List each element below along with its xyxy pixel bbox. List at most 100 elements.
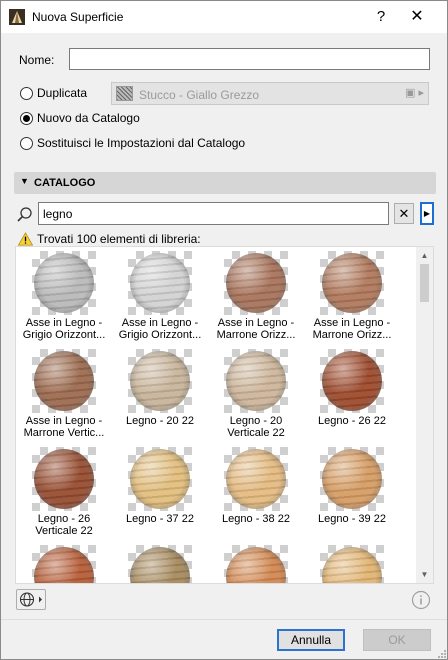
catalog-item[interactable]: Legno - 26 Verticale 22 (16, 443, 112, 540)
clear-search-button[interactable]: ✕ (394, 203, 414, 224)
catalog-search-input[interactable] (38, 202, 389, 225)
material-thumbnail (224, 349, 288, 413)
material-thumbnail (224, 447, 288, 511)
material-sphere-preview (322, 449, 382, 509)
material-sphere-preview (322, 351, 382, 411)
catalog-item-label-line1: Legno - 38 22 (222, 513, 290, 525)
material-thumbnail (320, 251, 384, 315)
catalog-item[interactable]: Asse in Legno - Grigio Orizzont... (112, 247, 208, 344)
catalog-item-label: Asse in Legno - Grigio Orizzont... (16, 317, 112, 341)
material-thumbnail (32, 349, 96, 413)
material-thumbnail (224, 251, 288, 315)
material-sphere-preview (226, 351, 286, 411)
info-icon[interactable] (411, 590, 431, 610)
vertical-scrollbar[interactable]: ▲ ▼ (416, 247, 433, 583)
material-thumbnail (320, 545, 384, 583)
material-thumbnail (128, 545, 192, 583)
catalog-item-label-line1: Asse in Legno - (313, 317, 391, 329)
resize-grip-icon[interactable] (435, 647, 447, 659)
scroll-down-arrow-icon[interactable]: ▼ (416, 566, 433, 583)
window-title: Nuova Superficie (32, 10, 124, 24)
catalog-item-label: Legno - 26 Verticale 22 (16, 513, 112, 537)
catalog-section-title: CATALOGO (34, 177, 96, 189)
catalog-item-label-line1: Legno - 26 (37, 513, 91, 525)
radio-replace-settings-label: Sostituisci le Impostazioni dal Catalogo (37, 136, 246, 150)
material-thumbnail (32, 545, 96, 583)
catalog-item-label-line1: Asse in Legno - (217, 317, 295, 329)
radio-duplicate-label: Duplicata (37, 86, 88, 100)
material-thumbnail (320, 349, 384, 413)
catalog-item[interactable]: Asse in Legno - Grigio Orizzont... (16, 247, 112, 344)
collapse-triangle-icon[interactable]: ▼ (20, 176, 29, 186)
catalog-item-label: Asse in Legno - Marrone Orizz... (208, 317, 304, 341)
radio-duplicate-button[interactable] (20, 86, 33, 100)
scroll-up-arrow-icon[interactable]: ▲ (416, 247, 433, 264)
catalog-item[interactable]: Legno - 37 22 (112, 443, 208, 540)
duplicate-source-select: Stucco - Giallo Grezzo ▣ ▸ (111, 82, 429, 105)
material-thumbnail (320, 447, 384, 511)
duplicate-source-value: Stucco - Giallo Grezzo (139, 88, 260, 102)
catalog-item[interactable] (208, 541, 304, 583)
catalog-item-label-line2: Verticale 22 (35, 525, 93, 537)
cancel-button[interactable]: Annulla (277, 629, 345, 651)
scrollbar-thumb[interactable] (420, 264, 429, 302)
library-globe-button[interactable] (16, 589, 46, 610)
catalog-item[interactable]: Legno - 26 22 (304, 345, 400, 442)
catalog-item[interactable]: Legno - 20 22 (112, 345, 208, 442)
material-sphere-preview (34, 351, 94, 411)
material-sphere-preview (130, 351, 190, 411)
material-thumbnail (128, 447, 192, 511)
radio-new-from-catalog-label: Nuovo da Catalogo (37, 111, 140, 125)
radio-replace-settings[interactable]: Sostituisci le Impostazioni dal Catalogo (20, 135, 245, 151)
material-thumbnail (128, 349, 192, 413)
radio-duplicate[interactable]: Duplicata (20, 85, 87, 101)
material-sphere-preview (130, 253, 190, 313)
title-bar[interactable]: Nuova Superficie ? ✕ (1, 1, 447, 33)
footer-divider (1, 619, 447, 620)
catalog-item[interactable]: Legno - 20 Verticale 22 (208, 345, 304, 442)
catalog-item-label: Legno - 39 22 (304, 513, 400, 525)
catalog-item-label-line2: Marrone Orizz... (312, 329, 392, 341)
material-sphere-preview (226, 449, 286, 509)
radio-new-from-catalog-button[interactable] (20, 111, 33, 125)
catalog-item-label-line2: Marrone Orizz... (216, 329, 296, 341)
catalog-item-label: Legno - 26 22 (304, 415, 400, 427)
close-button[interactable]: ✕ (395, 1, 439, 33)
catalog-item[interactable] (16, 541, 112, 583)
name-input[interactable] (69, 48, 430, 70)
name-label: Nome: (19, 53, 55, 67)
catalog-item-label-line1: Legno - 37 22 (126, 513, 194, 525)
catalog-item-label: Legno - 38 22 (208, 513, 304, 525)
catalog-item-label: Legno - 20 22 (112, 415, 208, 427)
catalog-item-label-line1: Asse in Legno - (25, 415, 103, 427)
material-sphere-preview (322, 547, 382, 583)
catalog-section-header[interactable]: ▼ CATALOGO (14, 172, 436, 194)
catalog-item[interactable]: Asse in Legno - Marrone Orizz... (304, 247, 400, 344)
radio-new-from-catalog[interactable]: Nuovo da Catalogo (20, 110, 140, 126)
catalog-item[interactable]: Asse in Legno - Marrone Vertic... (16, 345, 112, 442)
results-message: Trovati 100 elementi di libreria: (18, 231, 201, 247)
material-sphere-preview (34, 449, 94, 509)
material-sphere-preview (226, 253, 286, 313)
catalog-item[interactable] (304, 541, 400, 583)
catalog-item[interactable]: Legno - 39 22 (304, 443, 400, 540)
material-thumbnail (224, 545, 288, 583)
material-sphere-preview (34, 547, 94, 583)
catalog-item[interactable]: Asse in Legno - Marrone Orizz... (208, 247, 304, 344)
material-sphere-preview (130, 547, 190, 583)
catalog-item-label: Legno - 20 Verticale 22 (208, 415, 304, 439)
ok-button[interactable]: OK (363, 629, 431, 651)
catalog-item[interactable] (112, 541, 208, 583)
catalog-item-label-line1: Legno - 20 (229, 415, 283, 427)
material-thumbnail (32, 251, 96, 315)
catalog-results-grid: Asse in Legno - Grigio Orizzont... Asse in… (15, 246, 434, 584)
radio-replace-settings-button[interactable] (20, 136, 33, 150)
catalog-item[interactable]: Legno - 38 22 (208, 443, 304, 540)
catalog-item-label: Asse in Legno - Marrone Vertic... (16, 415, 112, 439)
material-thumbnail (32, 447, 96, 511)
search-next-button[interactable]: ▶ (420, 202, 434, 225)
catalog-item-label-line2: Grigio Orizzont... (118, 329, 202, 341)
material-sphere-preview (226, 547, 286, 583)
globe-icon (19, 592, 42, 607)
material-sphere-preview (34, 253, 94, 313)
